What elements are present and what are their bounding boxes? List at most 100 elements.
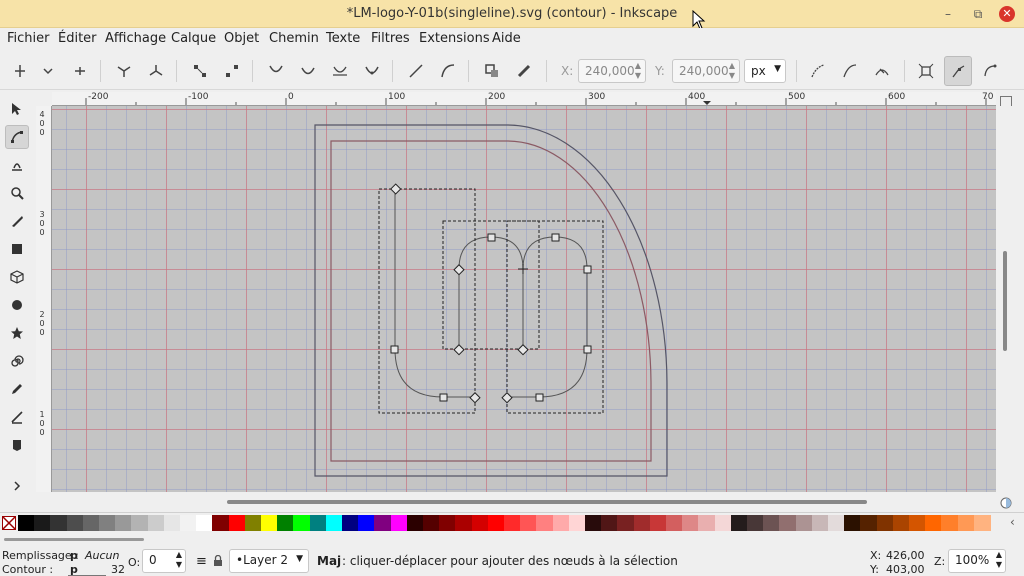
no-paint-swatch-icon[interactable] — [2, 516, 16, 530]
color-swatch[interactable] — [747, 515, 764, 531]
fill-indicator[interactable]: p — [70, 549, 78, 562]
object-to-path-icon[interactable] — [482, 61, 502, 81]
color-swatch[interactable] — [325, 515, 343, 531]
stroke-to-path-icon[interactable] — [514, 61, 534, 81]
color-swatch[interactable] — [50, 515, 68, 531]
selector-tool-icon[interactable] — [5, 97, 29, 121]
menu-calque[interactable]: Calque — [171, 31, 216, 46]
color-swatch[interactable] — [568, 515, 586, 531]
node-tool-icon[interactable] — [5, 125, 29, 149]
palette-scroll-thumb[interactable] — [4, 538, 144, 541]
zoom-field[interactable]: 100% ▲ ▼ — [948, 549, 1006, 573]
color-swatch[interactable] — [34, 515, 52, 531]
tweak-tool-icon[interactable] — [5, 153, 29, 177]
outer-contour-path[interactable] — [314, 124, 668, 477]
zoom-tool-icon[interactable] — [5, 181, 29, 205]
join-nodes-icon[interactable] — [114, 61, 134, 81]
color-swatch[interactable] — [277, 515, 295, 531]
path-effect-icon[interactable] — [808, 61, 828, 81]
break-path-icon[interactable] — [146, 61, 166, 81]
ellipse-tool-icon[interactable] — [5, 293, 29, 317]
drawing-canvas[interactable] — [52, 106, 996, 492]
node-symmetric-icon[interactable] — [330, 61, 350, 81]
zoom-stepper-icon[interactable]: ▲ ▼ — [996, 550, 1002, 570]
fill-value[interactable]: Aucun — [85, 549, 120, 562]
color-swatch[interactable] — [957, 515, 975, 531]
menu-affichage[interactable]: Affichage — [105, 31, 166, 46]
clip-path-edit-icon[interactable] — [840, 61, 860, 81]
color-swatch[interactable] — [682, 515, 700, 531]
color-swatch[interactable] — [552, 515, 570, 531]
color-swatch[interactable] — [844, 515, 862, 531]
color-swatch[interactable] — [455, 515, 473, 531]
lock-icon[interactable] — [212, 555, 224, 567]
color-swatch[interactable] — [698, 515, 716, 531]
color-swatch[interactable] — [212, 515, 230, 531]
restore-button[interactable]: ⧉ — [970, 6, 986, 22]
calligraphy-tool-icon[interactable] — [5, 405, 29, 429]
color-swatch[interactable] — [925, 515, 943, 531]
expand-toolbox-icon[interactable] — [5, 474, 29, 498]
color-swatch[interactable] — [633, 515, 651, 531]
menu-fichier[interactable]: Fichier — [7, 31, 50, 46]
color-swatch[interactable] — [374, 515, 392, 531]
color-manage-icon[interactable] — [1000, 497, 1012, 509]
menu-filtres[interactable]: Filtres — [371, 31, 410, 46]
color-swatch[interactable] — [423, 515, 440, 531]
color-swatch[interactable] — [82, 515, 100, 531]
menu-texte[interactable]: Texte — [326, 31, 360, 46]
color-swatch[interactable] — [163, 515, 181, 531]
color-swatch[interactable] — [390, 515, 408, 531]
color-swatch[interactable] — [585, 515, 602, 531]
color-swatch[interactable] — [244, 515, 262, 531]
color-swatch[interactable] — [293, 515, 311, 531]
chevron-left-icon[interactable]: ‹ — [1010, 515, 1015, 529]
segment-line-icon[interactable] — [406, 61, 426, 81]
layer-select[interactable]: •Layer 2 ▼ — [229, 549, 309, 573]
color-swatch[interactable] — [309, 515, 327, 531]
color-swatch[interactable] — [649, 515, 667, 531]
color-swatch[interactable] — [196, 515, 214, 531]
transform-handles-icon[interactable] — [916, 61, 936, 81]
y-coordinate-field[interactable]: 240,000 ▲ ▼ — [672, 59, 740, 83]
insert-node-dropdown-icon[interactable] — [38, 61, 58, 81]
delete-segment-icon[interactable] — [222, 61, 242, 81]
close-button[interactable]: ✕ — [999, 6, 1015, 22]
color-swatch[interactable] — [131, 515, 149, 531]
stroke-width-value[interactable]: 32 — [111, 563, 125, 576]
menu-editer[interactable]: Éditer — [58, 31, 97, 46]
star-tool-icon[interactable] — [5, 321, 29, 345]
vertical-scroll-thumb[interactable] — [1003, 251, 1007, 351]
measure-tool-icon[interactable] — [5, 209, 29, 233]
color-swatch[interactable] — [406, 515, 424, 531]
color-swatch[interactable] — [601, 515, 619, 531]
color-swatch[interactable] — [520, 515, 538, 531]
horizontal-scroll-thumb[interactable] — [227, 500, 867, 504]
color-swatch[interactable] — [536, 515, 554, 531]
show-outline-icon[interactable] — [980, 61, 1000, 81]
node-auto-icon[interactable] — [362, 61, 382, 81]
color-swatch[interactable] — [504, 515, 521, 531]
color-swatch[interactable] — [261, 515, 278, 531]
color-swatch[interactable] — [714, 515, 732, 531]
color-swatch[interactable] — [876, 515, 894, 531]
color-swatch[interactable] — [99, 515, 116, 531]
color-swatch[interactable] — [892, 515, 910, 531]
color-swatch[interactable] — [730, 515, 748, 531]
node-smooth-icon[interactable] — [298, 61, 318, 81]
color-swatch[interactable] — [180, 515, 197, 531]
mask-edit-icon[interactable] — [872, 61, 892, 81]
color-swatch[interactable] — [358, 515, 376, 531]
x-coordinate-field[interactable]: 240,000 ▲ ▼ — [578, 59, 646, 83]
opacity-stepper-icon[interactable]: ▲ ▼ — [176, 550, 182, 570]
color-swatch[interactable] — [779, 515, 797, 531]
color-swatch[interactable] — [439, 515, 457, 531]
color-swatch[interactable] — [828, 515, 845, 531]
rectangle-tool-icon[interactable] — [5, 237, 29, 261]
color-swatch[interactable] — [617, 515, 635, 531]
m-right-arch-path[interactable] — [507, 236, 588, 398]
m-left-arch-path[interactable] — [458, 236, 524, 349]
color-swatch[interactable] — [18, 515, 35, 531]
segment-curve-icon[interactable] — [438, 61, 458, 81]
y-stepper-icon[interactable]: ▲ ▼ — [727, 61, 737, 81]
